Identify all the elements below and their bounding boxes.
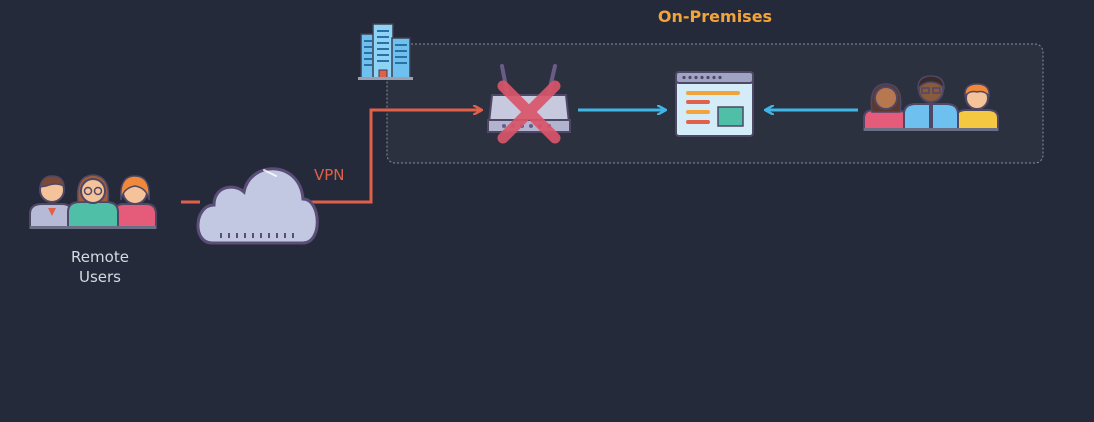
on-premises-title: On-Premises [657, 7, 773, 26]
user-group-icon [29, 174, 157, 229]
remote-users-label-line2: Users [78, 268, 121, 286]
remote-users-label: Remote Users [50, 247, 150, 287]
cloud-icon [196, 167, 319, 245]
network-diagram [29, 23, 1044, 245]
user-group-icon [863, 75, 999, 131]
vpn-label: VPN [314, 166, 345, 184]
building-icon [358, 23, 413, 80]
application-window-icon [675, 71, 754, 137]
remote-users-label-line1: Remote [71, 248, 129, 266]
